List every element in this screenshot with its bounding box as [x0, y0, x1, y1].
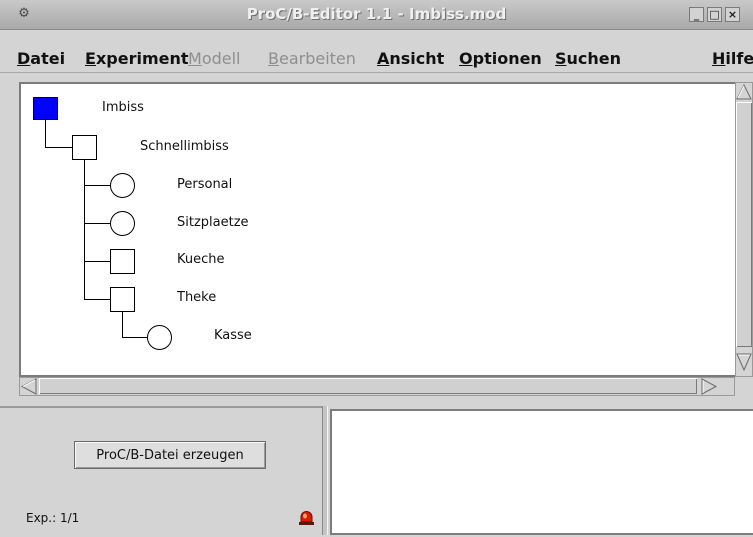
- tree-node-kueche-square[interactable]: [110, 249, 135, 274]
- tree-node-kueche-label[interactable]: Kueche: [177, 252, 225, 267]
- menu-bar: Datei Experiment Modell Bearbeiten Ansic…: [0, 30, 753, 73]
- menu-datei[interactable]: Datei: [17, 49, 65, 68]
- tree-node-imbiss-square[interactable]: [33, 97, 58, 120]
- tree-node-schnellimbiss-label[interactable]: Schnellimbiss: [140, 139, 229, 154]
- tree-node-sitzplaetze-label[interactable]: Sitzplaetze: [177, 215, 249, 230]
- menu-ansicht[interactable]: Ansicht: [377, 49, 444, 68]
- menu-hilfe[interactable]: Hilfe: [712, 49, 753, 68]
- tree-node-theke-label[interactable]: Theke: [177, 290, 216, 305]
- maximize-button[interactable]: □: [707, 7, 722, 22]
- tree-node-schnellimbiss-square[interactable]: [72, 135, 97, 160]
- tree-node-imbiss-label[interactable]: Imbiss: [102, 100, 144, 115]
- close-button[interactable]: ×: [725, 7, 740, 22]
- menu-optionen[interactable]: Optionen: [459, 49, 542, 68]
- generate-procb-file-button[interactable]: ProC/B-Datei erzeugen: [74, 441, 266, 469]
- model-tree-view[interactable]: Imbiss Schnellimbiss Personal Sitzplaetz…: [19, 82, 737, 377]
- window-title: ProC/B-Editor 1.1 - Imbiss.mod: [246, 5, 507, 23]
- tree-node-theke-square[interactable]: [110, 287, 135, 312]
- tree-node-kasse-label[interactable]: Kasse: [214, 328, 252, 343]
- menu-suchen[interactable]: Suchen: [555, 49, 621, 68]
- pane-divider[interactable]: [322, 406, 328, 535]
- horizontal-scrollbar[interactable]: [19, 377, 735, 396]
- menu-experiment[interactable]: Experiment: [85, 49, 189, 68]
- alarm-light-icon: [299, 511, 314, 525]
- vertical-scroll-thumb: [736, 102, 752, 347]
- tree-node-kasse-circle[interactable]: [147, 325, 172, 350]
- experiment-status: Exp.: 1/1: [26, 511, 80, 525]
- menu-bearbeiten: Bearbeiten: [268, 49, 356, 68]
- horizontal-scrollbar-graphic: [19, 377, 735, 396]
- title-bar[interactable]: ⚙ ProC/B-Editor 1.1 - Imbiss.mod _ □ ×: [0, 0, 753, 30]
- tree-node-sitzplaetze-circle[interactable]: [110, 211, 135, 236]
- minimize-button[interactable]: _: [689, 7, 704, 22]
- vertical-scrollbar[interactable]: [735, 82, 753, 377]
- tree-node-personal-label[interactable]: Personal: [177, 177, 232, 192]
- tree-node-personal-circle[interactable]: [110, 173, 135, 198]
- horizontal-scroll-thumb: [39, 378, 697, 394]
- vertical-scrollbar-graphic: [735, 82, 753, 377]
- menu-modell: Modell: [188, 49, 241, 68]
- output-text-area[interactable]: [330, 409, 753, 535]
